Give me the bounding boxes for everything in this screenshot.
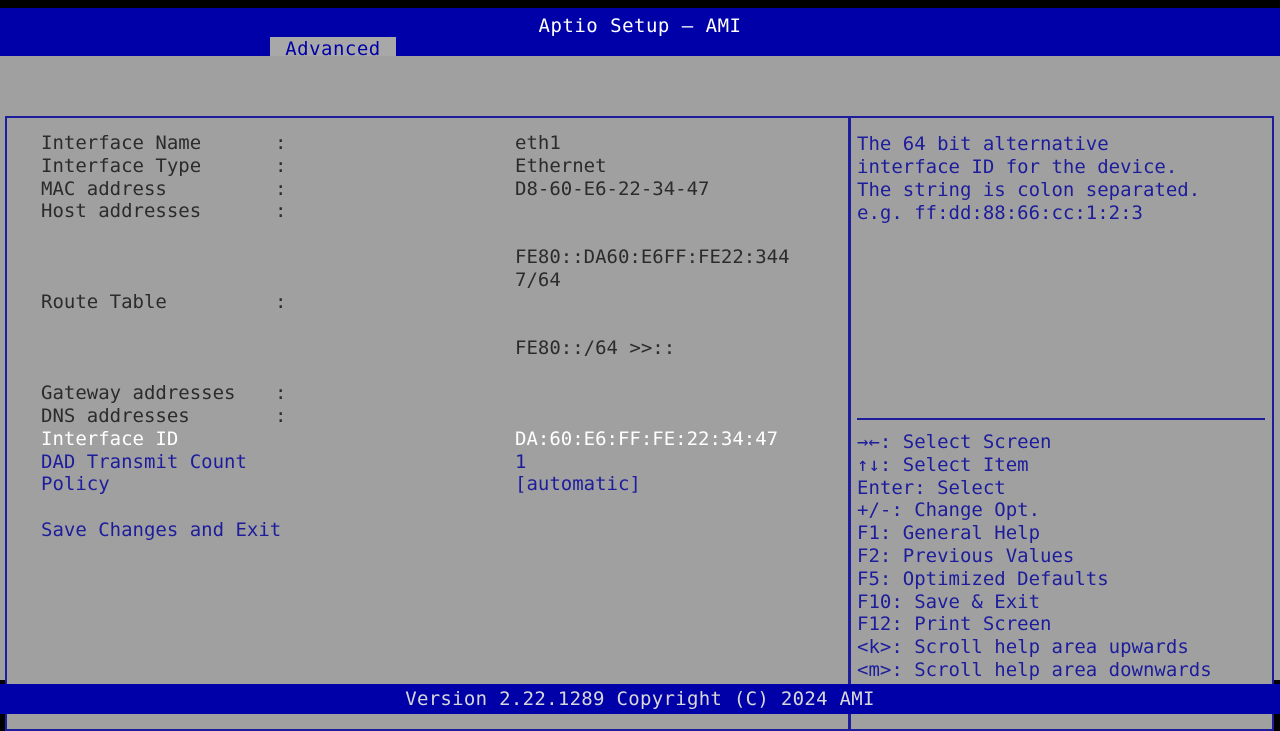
setting-label: MAC address <box>41 178 167 201</box>
legend-item: <m>: Scroll help area downwards <box>857 659 1271 682</box>
legend-separator: : <box>891 659 914 681</box>
settings-row: MAC address: D8-60-E6-22-34-47 <box>7 178 848 201</box>
legend-action: Select Screen <box>903 431 1052 453</box>
setting-colon: : <box>275 200 286 223</box>
settings-row[interactable]: Interface ID DA:60:E6:FF:FE:22:34:47 <box>7 428 848 451</box>
legend-separator: : <box>880 545 903 567</box>
legend-action: Save & Exit <box>914 591 1040 613</box>
legend-key: F1 <box>857 522 880 544</box>
help-divider <box>857 418 1265 420</box>
legend-item: F2: Previous Values <box>857 545 1271 568</box>
settings-row: FE80::DA60:E6FF:FE22:344 <box>7 246 848 269</box>
legend-separator: : <box>891 591 914 613</box>
legend-action: Select Item <box>903 454 1029 476</box>
setting-value: Ethernet <box>515 155 607 178</box>
setting-colon: : <box>275 405 286 428</box>
setting-value: D8-60-E6-22-34-47 <box>515 178 709 201</box>
legend-action: General Help <box>903 522 1040 544</box>
legend-action: Select <box>937 477 1006 499</box>
settings-row: DNS addresses: <box>7 405 848 428</box>
legend-key: +/- <box>857 499 891 521</box>
settings-row: Gateway addresses: <box>7 382 848 405</box>
setting-value: eth1 <box>515 132 561 155</box>
help-description: The 64 bit alternative interface ID for … <box>857 133 1269 225</box>
help-panel: The 64 bit alternative interface ID for … <box>849 116 1274 731</box>
legend-key: →← <box>857 431 880 453</box>
legend-separator: : <box>914 477 937 499</box>
legend-action: Change Opt. <box>914 499 1040 521</box>
legend-separator: : <box>880 568 903 590</box>
legend-separator: : <box>880 522 903 544</box>
setting-value[interactable]: [automatic] <box>515 473 641 496</box>
setting-colon: : <box>275 178 286 201</box>
settings-row: Host addresses: <box>7 200 848 223</box>
setting-label[interactable]: Interface ID <box>41 428 178 451</box>
status-bar: Version 2.22.1289 Copyright (C) 2024 AMI <box>0 684 1280 714</box>
legend-separator: : <box>891 636 914 658</box>
setting-colon: : <box>275 291 286 314</box>
legend-key: <k> <box>857 636 891 658</box>
legend-action: Previous Values <box>903 545 1075 567</box>
legend-key: <m> <box>857 659 891 681</box>
legend-item: →←: Select Screen <box>857 431 1271 454</box>
setting-value[interactable]: 1 <box>515 451 526 474</box>
legend-item: +/-: Change Opt. <box>857 499 1271 522</box>
legend-separator: : <box>880 454 903 476</box>
setting-value: FE80::DA60:E6FF:FE22:344 <box>515 246 790 269</box>
setting-label: Interface Name <box>41 132 201 155</box>
setting-colon: : <box>275 155 286 178</box>
legend-key: F5 <box>857 568 880 590</box>
settings-row: Route Table: <box>7 291 848 314</box>
legend-item: F10: Save & Exit <box>857 591 1271 614</box>
legend-separator: : <box>880 431 903 453</box>
legend-item: F1: General Help <box>857 522 1271 545</box>
settings-row: 7/64 <box>7 269 848 292</box>
settings-row[interactable]: Policy [automatic] <box>7 473 848 496</box>
legend-action: Print Screen <box>914 613 1051 635</box>
legend-separator: : <box>891 613 914 635</box>
legend-action: Scroll help area upwards <box>914 636 1189 658</box>
legend-item: ↑↓: Select Item <box>857 454 1271 477</box>
legend-item: F12: Print Screen <box>857 613 1271 636</box>
setting-colon: : <box>275 132 286 155</box>
legend-item: F5: Optimized Defaults <box>857 568 1271 591</box>
setting-label: DNS addresses <box>41 405 190 428</box>
setting-value: FE80::/64 >>:: <box>515 337 675 360</box>
legend-key: F2 <box>857 545 880 567</box>
title-bar: Aptio Setup – AMI Advanced <box>0 8 1280 56</box>
legend-key: ↑↓ <box>857 454 880 476</box>
legend-action: Scroll help area downwards <box>914 659 1211 681</box>
setting-label[interactable]: Save Changes and Exit <box>41 519 281 542</box>
setting-label: Host addresses <box>41 200 201 223</box>
legend-item: Enter: Select <box>857 477 1271 500</box>
setting-label: Route Table <box>41 291 167 314</box>
settings-row: FE80::/64 >>:: <box>7 337 848 360</box>
setting-label: Interface Type <box>41 155 201 178</box>
legend-key: F12 <box>857 613 891 635</box>
setting-value: 7/64 <box>515 269 561 292</box>
legend-key: F10 <box>857 591 891 613</box>
setting-label[interactable]: Policy <box>41 473 110 496</box>
legend-key: Enter <box>857 477 914 499</box>
setting-colon: : <box>275 382 286 405</box>
page-title: Aptio Setup – AMI <box>0 15 1280 37</box>
setup-body: Interface Name: eth1 Interface Type: Ethern… <box>0 56 1280 680</box>
settings-row[interactable]: DAD Transmit Count 1 <box>7 451 848 474</box>
legend-separator: : <box>891 499 914 521</box>
legend-item: <k>: Scroll help area upwards <box>857 636 1271 659</box>
key-legend: →←: Select Screen↑↓: Select ItemEnter: S… <box>857 431 1271 705</box>
setting-label[interactable]: DAD Transmit Count <box>41 451 247 474</box>
version-text: Version 2.22.1289 Copyright (C) 2024 AMI <box>0 688 1280 710</box>
settings-row[interactable]: Save Changes and Exit <box>7 519 848 542</box>
legend-action: Optimized Defaults <box>903 568 1109 590</box>
setting-value[interactable]: DA:60:E6:FF:FE:22:34:47 <box>515 428 778 451</box>
bios-setup-screen: Aptio Setup – AMI Advanced Interface Nam… <box>0 0 1280 720</box>
settings-row: Interface Name: eth1 <box>7 132 848 155</box>
settings-row: Interface Type: Ethernet <box>7 155 848 178</box>
settings-panel: Interface Name: eth1 Interface Type: Ethern… <box>5 116 850 731</box>
setting-label: Gateway addresses <box>41 382 235 405</box>
